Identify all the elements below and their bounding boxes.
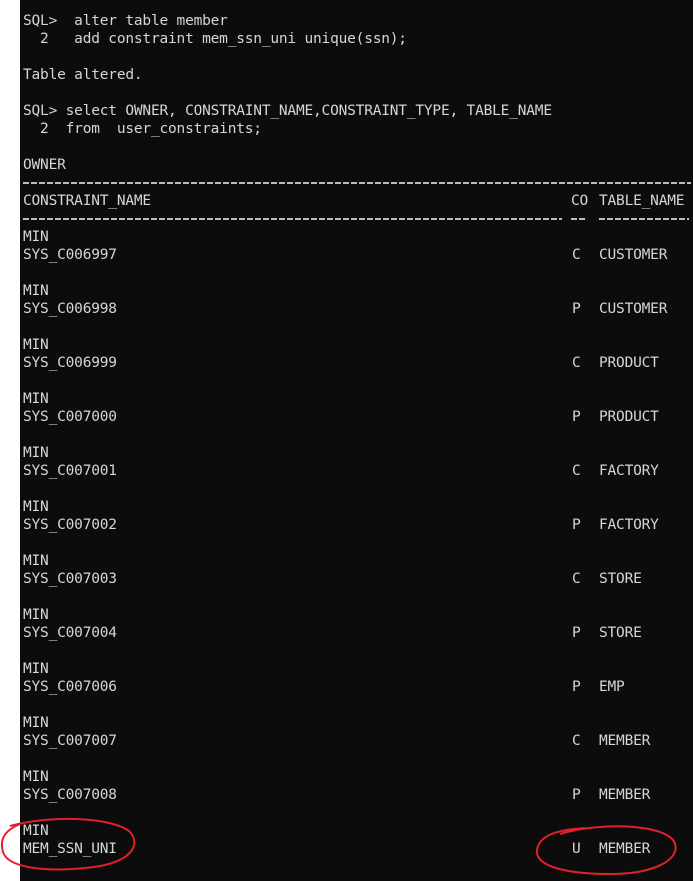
- separator-owner: [23, 174, 693, 192]
- row-owner: MIN: [23, 229, 49, 245]
- row-owner: MIN: [23, 553, 49, 569]
- row-owner: MIN: [23, 769, 49, 785]
- row-constraint-type: P: [572, 517, 581, 533]
- row-constraint-type: U: [572, 841, 581, 857]
- row-constraint-name: SYS_C006998: [23, 301, 117, 317]
- row-constraint-name: SYS_C007006: [23, 679, 117, 695]
- row-constraint-name: SYS_C007004: [23, 625, 117, 641]
- row-constraint-type: C: [572, 247, 581, 263]
- row-owner: MIN: [23, 661, 49, 677]
- row-constraint-name: SYS_C007000: [23, 409, 117, 425]
- row-owner: MIN: [23, 823, 49, 839]
- row-owner: MIN: [23, 499, 49, 515]
- row-table-name: FACTORY: [599, 517, 659, 533]
- row-table-name: STORE: [599, 625, 642, 641]
- row-table-name: MEMBER: [599, 733, 651, 749]
- row-constraint-name: SYS_C007003: [23, 571, 117, 587]
- command-line-alter-2: 2 add constraint mem_ssn_uni unique(ssn)…: [23, 31, 407, 47]
- row-table-name: PRODUCT: [599, 409, 659, 425]
- row-owner: MIN: [23, 715, 49, 731]
- row-constraint-name: SYS_C007002: [23, 517, 117, 533]
- row-constraint-type: P: [572, 625, 581, 641]
- row-constraint-name: SYS_C007007: [23, 733, 117, 749]
- row-table-name: MEMBER: [599, 787, 651, 803]
- separator-columns: [23, 210, 693, 228]
- row-constraint-type: C: [572, 355, 581, 371]
- row-constraint-type: P: [572, 787, 581, 803]
- row-owner: MIN: [23, 391, 49, 407]
- command-line-alter-1: SQL> alter table member: [23, 13, 228, 29]
- row-constraint-name: SYS_C007001: [23, 463, 117, 479]
- row-constraint-type: C: [572, 463, 581, 479]
- row-constraint-name: SYS_C007008: [23, 787, 117, 803]
- row-constraint-name: SYS_C006999: [23, 355, 117, 371]
- row-table-name: FACTORY: [599, 463, 659, 479]
- row-constraint-type: C: [572, 571, 581, 587]
- command-line-select-2: 2 from user_constraints;: [23, 121, 262, 137]
- header-table-name: TABLE_NAME: [599, 193, 685, 209]
- row-table-name: MEMBER: [599, 841, 651, 857]
- row-table-name: STORE: [599, 571, 642, 587]
- row-owner: MIN: [23, 337, 49, 353]
- row-owner: MIN: [23, 607, 49, 623]
- output-table-altered: Table altered.: [23, 67, 143, 83]
- row-table-name: CUSTOMER: [599, 247, 668, 263]
- row-table-name: EMP: [599, 679, 625, 695]
- row-constraint-type: C: [572, 733, 581, 749]
- row-constraint-name: MEM_SSN_UNI: [23, 841, 117, 857]
- row-table-name: PRODUCT: [599, 355, 659, 371]
- row-constraint-name: SYS_C006997: [23, 247, 117, 263]
- row-constraint-type: P: [572, 409, 581, 425]
- header-owner: OWNER: [23, 157, 66, 173]
- row-constraint-type: P: [572, 679, 581, 695]
- row-table-name: CUSTOMER: [599, 301, 668, 317]
- row-owner: MIN: [23, 283, 49, 299]
- command-line-select-1: SQL> select OWNER, CONSTRAINT_NAME,CONST…: [23, 103, 552, 119]
- terminal-window[interactable]: SQL> alter table member 2 add constraint…: [20, 0, 693, 881]
- row-constraint-type: P: [572, 301, 581, 317]
- row-owner: MIN: [23, 445, 49, 461]
- header-constraint-type: CO: [571, 193, 589, 209]
- header-constraint-name: CONSTRAINT_NAME: [23, 193, 151, 209]
